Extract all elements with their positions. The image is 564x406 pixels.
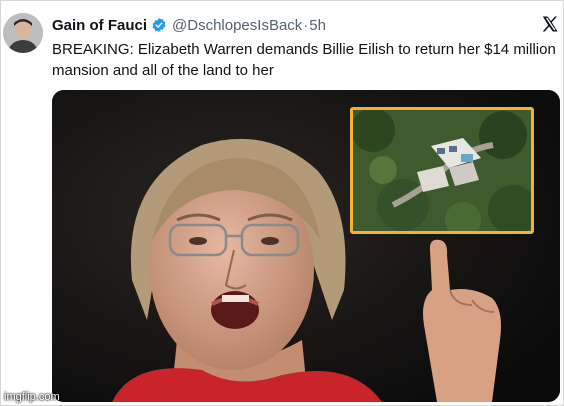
tweet-media-image[interactable] <box>52 90 560 402</box>
timestamp[interactable]: 5h <box>309 17 326 34</box>
verified-badge-icon <box>152 18 166 32</box>
tweet-text: BREAKING: Elizabeth Warren demands Billi… <box>52 41 556 79</box>
tweet-card: Gain of Fauci @DschlopesIsBack · 5h BREA… <box>0 0 564 406</box>
imgflip-watermark: imgflip.com <box>4 391 60 403</box>
x-logo-icon[interactable] <box>541 15 559 33</box>
aerial-mansion-inset <box>350 107 534 234</box>
separator-dot: · <box>303 16 309 34</box>
author-name[interactable]: Gain of Fauci <box>52 17 147 34</box>
author-handle[interactable]: @DschlopesIsBack <box>172 17 302 34</box>
avatar[interactable] <box>3 13 43 53</box>
tweet-header: Gain of Fauci @DschlopesIsBack · 5h <box>52 14 523 36</box>
avatar-image <box>3 13 43 53</box>
aerial-photo <box>353 110 531 231</box>
